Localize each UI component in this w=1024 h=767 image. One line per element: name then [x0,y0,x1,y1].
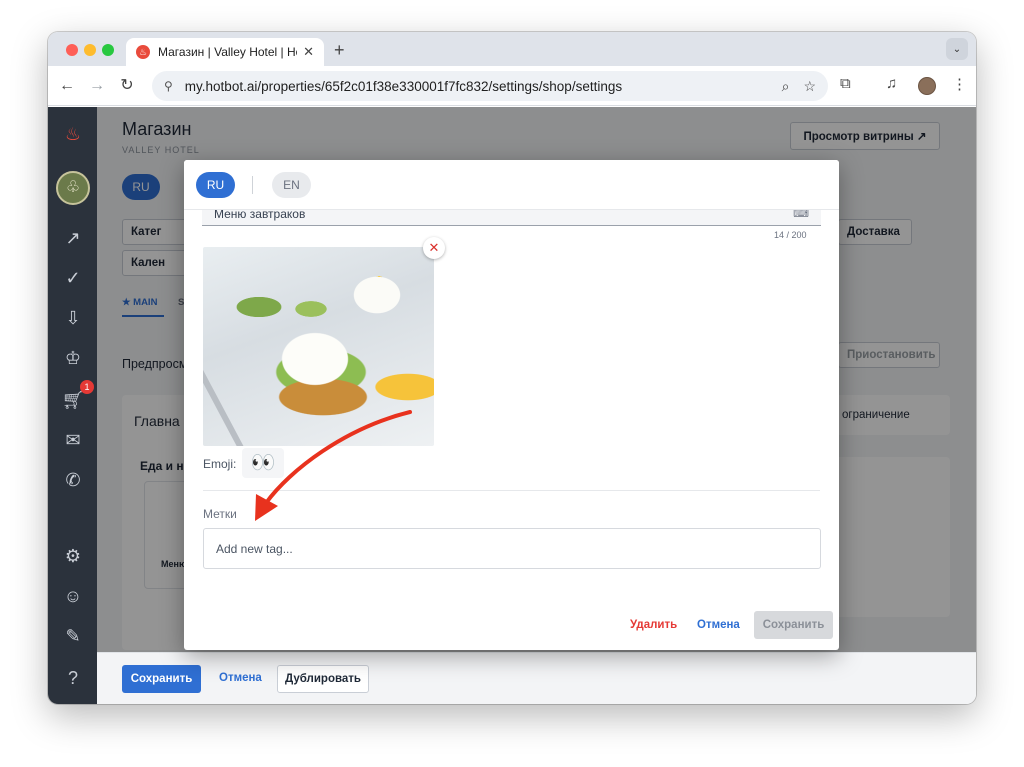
app-body: ♨ ♧ ↗ ✓ ⇩ ♔ 🛒︎ 1 ✉ ✆ ⚙ ☺ ✎ ? Магазин VAL… [48,107,976,704]
tasks-check-icon[interactable]: ✓ [60,265,86,291]
crown-icon[interactable]: ♔ [60,345,86,371]
address-bar[interactable]: ⚲ my.hotbot.ai/properties/65f2c01f38e330… [152,71,828,101]
reload-button[interactable]: ↻ [116,75,138,97]
media-controls-icon[interactable]: ♫ [886,75,897,92]
forward-button[interactable]: → [86,75,108,97]
emoji-picker[interactable]: 👀 [242,448,284,478]
maximize-window-button[interactable] [102,44,114,56]
delete-button[interactable]: Удалить [630,619,677,631]
site-settings-icon[interactable]: ⚲ [164,79,173,93]
settings-gear-icon[interactable]: ⚙ [60,543,86,569]
modal-language-header: RU EN [184,160,839,210]
account-icon[interactable]: ☺ [60,583,86,609]
browser-tab[interactable]: ♨ Магазин | Valley Hotel | Hotbot ✕ [126,38,324,66]
sidebar: ♨ ♧ ↗ ✓ ⇩ ♔ 🛒︎ 1 ✉ ✆ ⚙ ☺ ✎ ? [48,107,97,704]
page-footer: Сохранить Отмена Дублировать [97,652,976,704]
menu-item-photo [203,247,434,446]
profile-avatar[interactable] [918,77,936,95]
cart-count-badge: 1 [80,380,94,394]
tab-title: Магазин | Valley Hotel | Hotbot [158,45,297,59]
modal-cancel-button[interactable]: Отмена [697,619,740,631]
char-counter: 14 / 200 [774,230,807,240]
tag-input[interactable] [203,528,821,569]
extensions-icon[interactable]: ⧉ [840,75,851,92]
outbox-mail-icon[interactable]: ✉ [60,427,86,453]
help-icon[interactable]: ? [60,665,86,691]
url-text[interactable]: my.hotbot.ai/properties/65f2c01f38e33000… [185,79,768,94]
page-save-button[interactable]: Сохранить [122,665,201,693]
lang-divider [252,176,253,194]
property-logo-icon[interactable]: ♧ [56,171,90,205]
page-cancel-link[interactable]: Отмена [219,672,262,684]
tab-strip: ♨ Магазин | Valley Hotel | Hotbot ✕ + ⌄ [48,32,976,66]
duplicate-button[interactable]: Дублировать [277,665,369,693]
remove-photo-close-icon[interactable]: ✕ [423,237,445,259]
modal-save-button[interactable]: Сохранить [754,611,833,639]
new-tab-button[interactable]: + [334,40,345,61]
edit-menu-item-dialog: Меню завтраков ⌨ 14 / 200 RU EN ✕ Emoji:… [184,160,839,650]
bookmark-star-icon[interactable]: ☆ [803,78,816,95]
edit-pencil-icon[interactable]: ✎ [60,623,86,649]
minimize-window-button[interactable] [84,44,96,56]
section-divider [203,490,820,491]
tab-close-icon[interactable]: ✕ [303,44,314,60]
hotbot-favicon-icon: ♨ [136,45,150,59]
analytics-icon[interactable]: ↗ [60,225,86,251]
close-window-button[interactable] [66,44,78,56]
tags-label: Метки [203,507,237,521]
tab-search-button[interactable]: ⌄ [946,38,968,60]
inbox-download-icon[interactable]: ⇩ [60,305,86,331]
chrome-menu-icon[interactable]: ⋮ [952,75,967,93]
zoom-icon[interactable]: ⌕ [782,78,790,95]
browser-toolbar: ← → ↻ ⚲ my.hotbot.ai/properties/65f2c01f… [48,66,976,106]
chat-icon[interactable]: ✆ [60,467,86,493]
lang-tab-ru[interactable]: RU [196,172,235,198]
browser-window: ♨ Магазин | Valley Hotel | Hotbot ✕ + ⌄ … [48,32,976,704]
lang-tab-en[interactable]: EN [272,172,311,198]
hotbot-logo-icon[interactable]: ♨ [60,121,86,147]
emoji-label: Emoji: [203,457,237,471]
back-button[interactable]: ← [56,75,78,97]
photo-fork-detail [203,324,255,446]
